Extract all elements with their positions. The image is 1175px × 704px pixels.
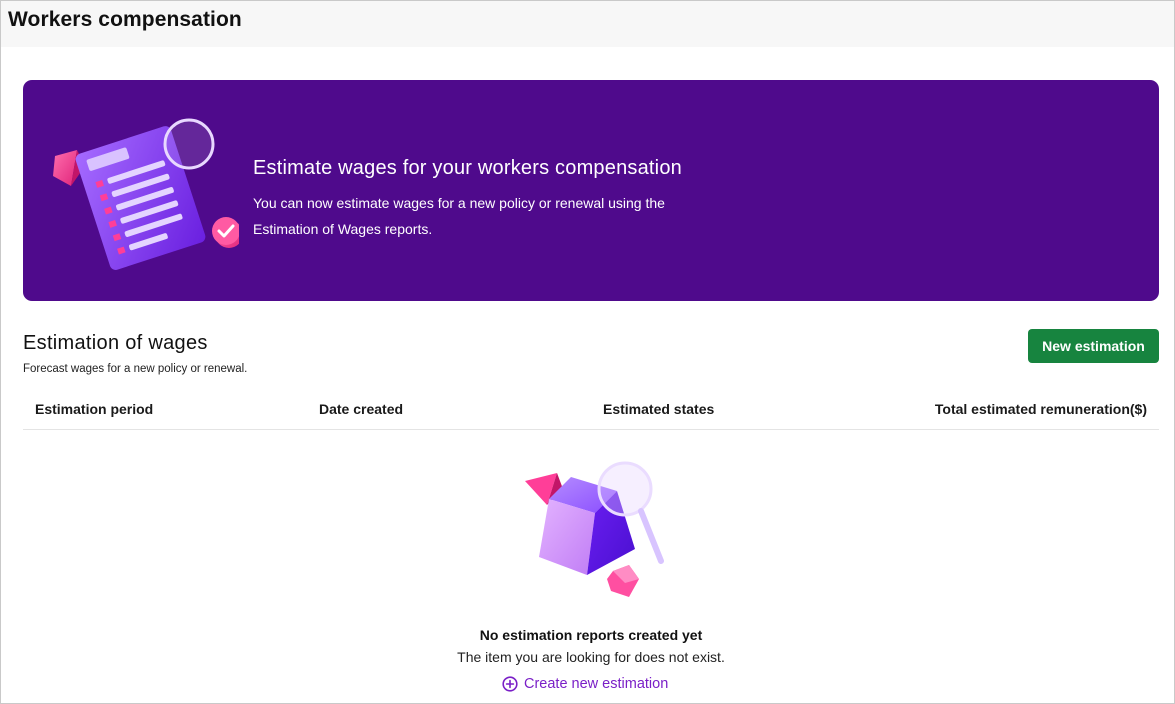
column-header-estimation-period[interactable]: Estimation period	[35, 401, 153, 417]
column-header-total-remuneration[interactable]: Total estimated remuneration($)	[935, 401, 1147, 417]
app-window: Workers compensation Estimate wages for …	[0, 0, 1175, 704]
create-new-estimation-label[interactable]: Create new estimation	[524, 676, 668, 692]
hero-banner: Estimate wages for your workers compensa…	[23, 80, 1159, 301]
plus-circle-icon	[502, 676, 518, 692]
new-estimation-button[interactable]: New estimation	[1028, 329, 1159, 363]
section-subtitle: Forecast wages for a new policy or renew…	[23, 363, 248, 375]
table-header: Estimation period Date created Estimated…	[23, 393, 1159, 430]
create-new-estimation-link[interactable]: Create new estimation	[502, 674, 668, 694]
section-header: Estimation of wages Forecast wages for a…	[23, 332, 247, 375]
section-title: Estimation of wages	[23, 332, 208, 354]
empty-state-title: No estimation reports created yet	[479, 627, 703, 643]
column-header-estimated-states[interactable]: Estimated states	[603, 401, 714, 417]
hero-title: Estimate wages for your workers compensa…	[253, 157, 682, 179]
empty-state-description: The item you are looking for does not ex…	[457, 649, 725, 665]
cube-magnifier-icon	[525, 461, 664, 597]
column-header-date-created[interactable]: Date created	[319, 401, 403, 417]
hero-description: You can now estimate wages for a new pol…	[253, 195, 665, 237]
page-title: Workers compensation	[8, 8, 242, 31]
top-bar: Workers compensation	[1, 1, 1174, 47]
checklist-document-icon	[53, 118, 239, 270]
